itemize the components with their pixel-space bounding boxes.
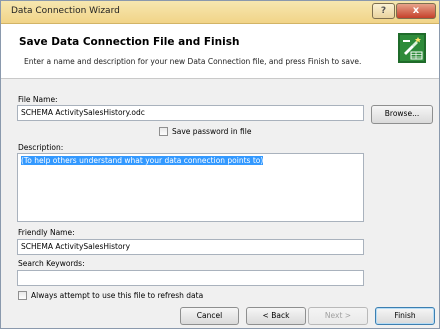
browse-button[interactable]: Browse... xyxy=(371,105,433,124)
finish-button[interactable]: Finish xyxy=(375,307,435,325)
cancel-button[interactable]: Cancel xyxy=(180,307,239,325)
wizard-connection-icon xyxy=(398,33,426,63)
description-textarea[interactable]: (To help others understand what your dat… xyxy=(17,153,364,222)
always-attempt-label: Always attempt to use this file to refre… xyxy=(31,291,204,300)
window-title: Data Connection Wizard xyxy=(11,6,120,16)
file-name-label: File Name: xyxy=(18,95,58,104)
file-name-input[interactable]: SCHEMA ActivitySalesHistory.odc xyxy=(17,105,364,121)
friendly-name-input[interactable]: SCHEMA ActivitySalesHistory xyxy=(17,239,364,255)
page-description: Enter a name and description for your ne… xyxy=(24,57,362,66)
page-title: Save Data Connection File and Finish xyxy=(19,36,240,48)
friendly-name-label: Friendly Name: xyxy=(18,228,75,237)
search-keywords-input[interactable] xyxy=(17,270,364,286)
search-keywords-label: Search Keywords: xyxy=(18,259,85,268)
description-label: Description: xyxy=(18,143,64,152)
title-bar[interactable]: Data Connection Wizard ? x xyxy=(1,1,439,24)
help-button[interactable]: ? xyxy=(372,3,395,19)
back-button[interactable]: < Back xyxy=(246,307,306,325)
data-connection-wizard-window: Data Connection Wizard ? x Save Data Con… xyxy=(0,0,440,329)
save-password-label: Save password in file xyxy=(172,127,252,136)
wizard-header: Save Data Connection File and Finish Ent… xyxy=(1,24,439,79)
close-button[interactable]: x xyxy=(396,3,436,19)
always-attempt-checkbox[interactable] xyxy=(18,291,27,300)
save-password-checkbox[interactable] xyxy=(159,127,168,136)
next-button[interactable]: Next > xyxy=(308,307,368,325)
description-text: (To help others understand what your dat… xyxy=(21,156,264,165)
